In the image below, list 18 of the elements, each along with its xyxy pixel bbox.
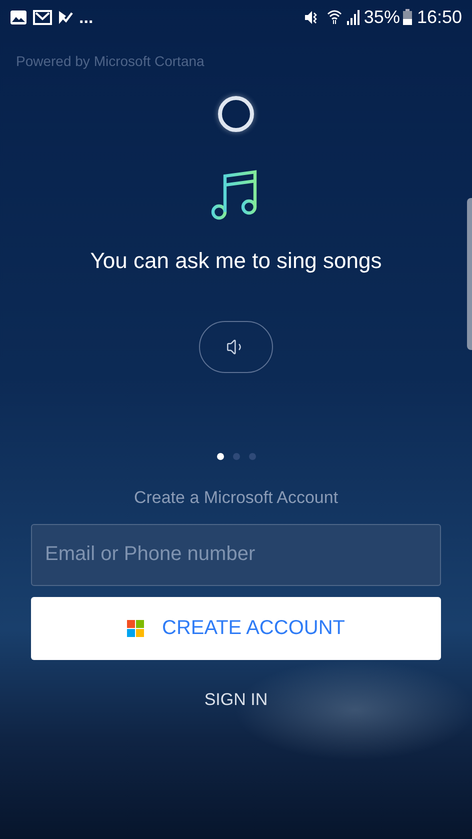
slide-caption: You can ask me to sing songs — [90, 247, 382, 275]
mail-icon — [33, 10, 52, 24]
battery-icon — [402, 9, 412, 25]
create-account-button[interactable]: CREATE ACCOUNT — [31, 596, 441, 660]
battery-percent: 35% — [364, 8, 400, 26]
create-account-heading: Create a Microsoft Account — [134, 487, 338, 509]
clock: 16:50 — [416, 8, 462, 26]
cortana-ring-icon — [218, 96, 254, 132]
speak-button[interactable] — [199, 321, 273, 373]
more-notifications: ... — [79, 8, 94, 26]
sign-in-link[interactable]: SIGN IN — [204, 686, 268, 712]
windows-logo-icon — [127, 620, 144, 636]
email-field[interactable]: Email or Phone number — [31, 524, 441, 586]
gallery-icon — [10, 10, 27, 24]
check-icon — [58, 10, 73, 24]
wifi-icon — [326, 9, 342, 25]
powered-by-text: Powered by Microsoft Cortana — [16, 53, 204, 69]
signal-icon — [346, 10, 360, 24]
